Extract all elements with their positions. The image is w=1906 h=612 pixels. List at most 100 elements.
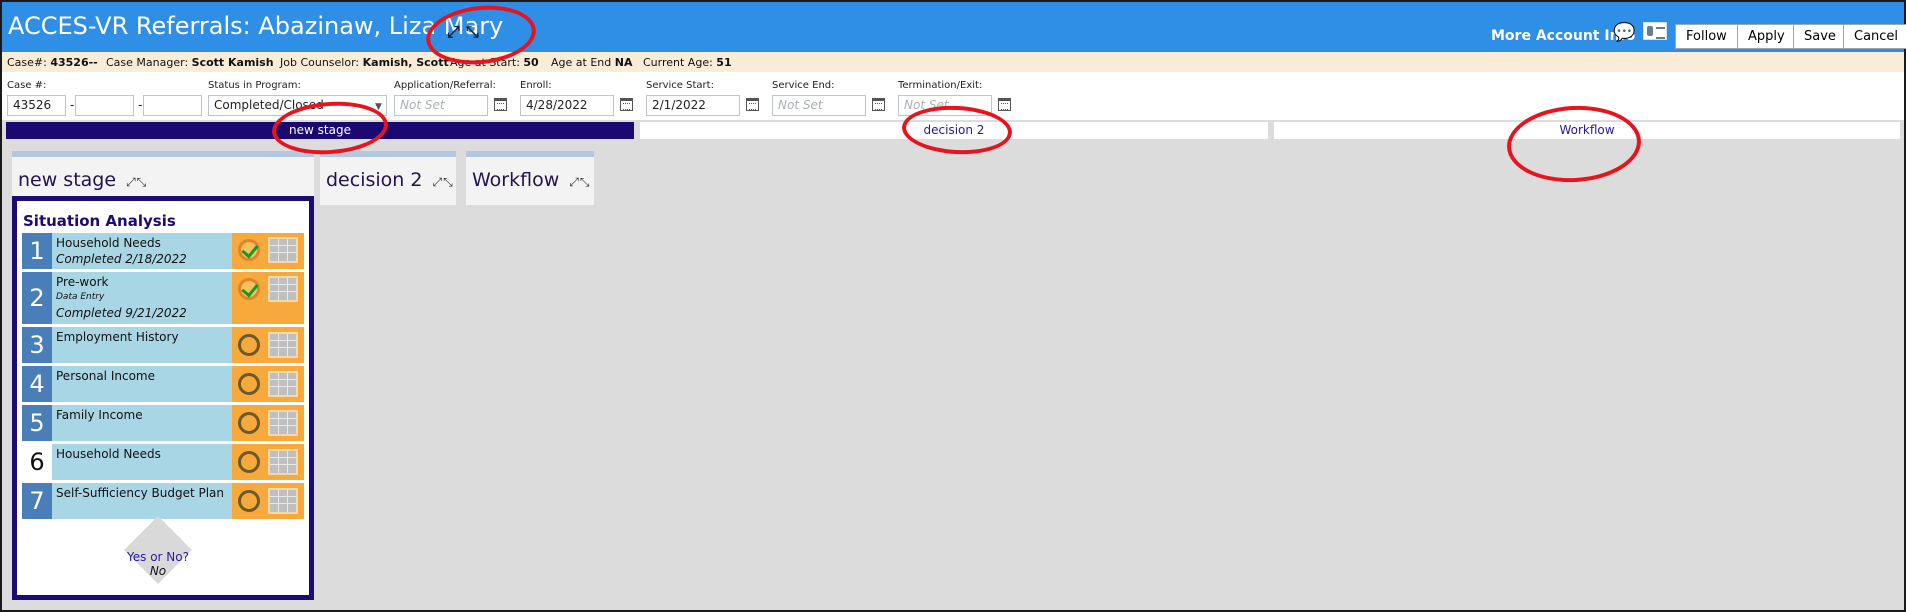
- pending-circle-icon[interactable]: [238, 490, 260, 512]
- task-completed: Completed 9/21/2022: [56, 306, 187, 320]
- cancel-button[interactable]: Cancel: [1843, 24, 1906, 49]
- calendar-icon[interactable]: [494, 98, 507, 111]
- task-row[interactable]: 3 Employment History: [22, 327, 304, 363]
- age-end-info: Age at End NA: [551, 56, 633, 69]
- decision-answer: No: [149, 564, 167, 578]
- contact-card-icon[interactable]: [1643, 22, 1667, 40]
- collapse-icon[interactable]: ⤡: [137, 175, 148, 189]
- collapse-icon[interactable]: ⤡: [443, 175, 454, 189]
- calendar-icon[interactable]: [998, 98, 1011, 111]
- calendar-icon[interactable]: [620, 98, 633, 111]
- application-date-input[interactable]: Not Set: [394, 95, 488, 116]
- current-age-info: Current Age: 51: [643, 56, 732, 69]
- expand-icon[interactable]: ⤢: [432, 175, 443, 189]
- status-label: Status in Program:: [208, 80, 301, 91]
- task-body[interactable]: Personal Income: [52, 366, 232, 402]
- task-name: Pre-work: [56, 275, 109, 289]
- calendar-icon[interactable]: [746, 98, 759, 111]
- task-actions: [232, 444, 304, 480]
- task-completed: Completed 2/18/2022: [56, 252, 187, 266]
- task-name: Household Needs: [56, 236, 161, 250]
- task-row[interactable]: 6 Household Needs: [22, 444, 304, 480]
- dash-separator: -: [138, 98, 143, 112]
- task-actions: [232, 272, 304, 324]
- task-actions: [232, 233, 304, 269]
- save-button[interactable]: Save: [1793, 24, 1847, 49]
- chat-bubbles-icon[interactable]: 💬: [1613, 22, 1635, 43]
- case-info-bar: Case#: 43526-- Case Manager: Scott Kamis…: [2, 52, 1904, 72]
- task-body[interactable]: Self-Sufficiency Budget Plan: [52, 483, 232, 519]
- task-name: Self-Sufficiency Budget Plan: [56, 486, 224, 500]
- enroll-label: Enroll:: [520, 80, 552, 91]
- pending-circle-icon[interactable]: [238, 412, 260, 434]
- panel-title: new stage ⤢⤡: [18, 169, 148, 191]
- situation-analysis-panel: Situation Analysis 1 Household Needs Com…: [12, 196, 314, 600]
- task-row[interactable]: 7 Self-Sufficiency Budget Plan: [22, 483, 304, 519]
- pending-circle-icon[interactable]: [238, 451, 260, 473]
- task-number: 4: [22, 366, 52, 402]
- grid-icon[interactable]: [268, 371, 298, 397]
- task-number: 2: [22, 272, 52, 324]
- title-bar: ACCES-VR Referrals: Abazinaw, Liza Mary …: [2, 2, 1906, 52]
- task-number: 3: [22, 327, 52, 363]
- task-row[interactable]: 2 Pre-work Data Entry Completed 9/21/202…: [22, 272, 304, 324]
- case-number-info: Case#: 43526--: [7, 56, 98, 69]
- expand-icon[interactable]: ⤢: [569, 175, 580, 189]
- grid-icon[interactable]: [268, 410, 298, 436]
- service-start-label: Service Start:: [646, 80, 714, 91]
- task-row[interactable]: 1 Household Needs Completed 2/18/2022: [22, 233, 304, 269]
- expand-icon[interactable]: ⤢: [126, 175, 137, 189]
- task-row[interactable]: 5 Family Income: [22, 405, 304, 441]
- grid-icon[interactable]: [268, 276, 298, 302]
- grid-icon[interactable]: [268, 449, 298, 475]
- panel-decision-2: decision 2 ⤢⤡: [320, 151, 456, 205]
- collapse-icon[interactable]: ⤡: [580, 175, 591, 189]
- check-complete-icon[interactable]: [238, 239, 260, 261]
- task-number: 1: [22, 233, 52, 269]
- case-no-part2-input[interactable]: [75, 95, 134, 116]
- calendar-icon[interactable]: [872, 98, 885, 111]
- panel-title: Workflow ⤢⤡: [472, 169, 591, 191]
- decision-question[interactable]: Yes or No?: [77, 550, 239, 564]
- grid-icon[interactable]: [268, 488, 298, 514]
- service-end-label: Service End:: [772, 80, 835, 91]
- panel-title: decision 2 ⤢⤡: [326, 169, 454, 191]
- termination-label: Termination/Exit:: [898, 80, 983, 91]
- task-row[interactable]: 4 Personal Income: [22, 366, 304, 402]
- section-title: Situation Analysis: [23, 212, 176, 230]
- task-body[interactable]: Household Needs Completed 2/18/2022: [52, 233, 232, 269]
- follow-button[interactable]: Follow: [1675, 24, 1738, 49]
- service-end-input[interactable]: Not Set: [772, 95, 866, 116]
- task-number: 7: [22, 483, 52, 519]
- task-body[interactable]: Household Needs: [52, 444, 232, 480]
- task-subtitle: Data Entry: [56, 292, 105, 302]
- application-label: Application/Referral:: [394, 80, 496, 91]
- task-body[interactable]: Employment History: [52, 327, 232, 363]
- task-actions: [232, 483, 304, 519]
- check-complete-icon[interactable]: [238, 278, 260, 300]
- enroll-date-input[interactable]: 4/28/2022: [520, 95, 614, 116]
- task-name: Household Needs: [56, 447, 161, 461]
- apply-button[interactable]: Apply: [1737, 24, 1796, 49]
- task-name: Family Income: [56, 408, 143, 422]
- case-no-input[interactable]: 43526: [7, 95, 66, 116]
- task-body[interactable]: Family Income: [52, 405, 232, 441]
- task-number: 5: [22, 405, 52, 441]
- task-body[interactable]: Pre-work Data Entry Completed 9/21/2022: [52, 272, 232, 324]
- pending-circle-icon[interactable]: [238, 334, 260, 356]
- task-actions: [232, 366, 304, 402]
- task-name: Employment History: [56, 330, 179, 344]
- case-no-part3-input[interactable]: [143, 95, 202, 116]
- pending-circle-icon[interactable]: [238, 373, 260, 395]
- service-start-input[interactable]: 2/1/2022: [646, 95, 740, 116]
- grid-icon[interactable]: [268, 332, 298, 358]
- task-name: Personal Income: [56, 369, 155, 383]
- case-manager-info: Case Manager: Scott Kamish: [106, 56, 274, 69]
- task-number: 6: [22, 444, 52, 480]
- grid-icon[interactable]: [268, 237, 298, 263]
- job-counselor-info: Job Counselor: Kamish, Scott: [280, 56, 449, 69]
- case-no-label: Case #:: [7, 80, 47, 91]
- task-actions: [232, 327, 304, 363]
- dash-separator: -: [70, 98, 75, 112]
- task-actions: [232, 405, 304, 441]
